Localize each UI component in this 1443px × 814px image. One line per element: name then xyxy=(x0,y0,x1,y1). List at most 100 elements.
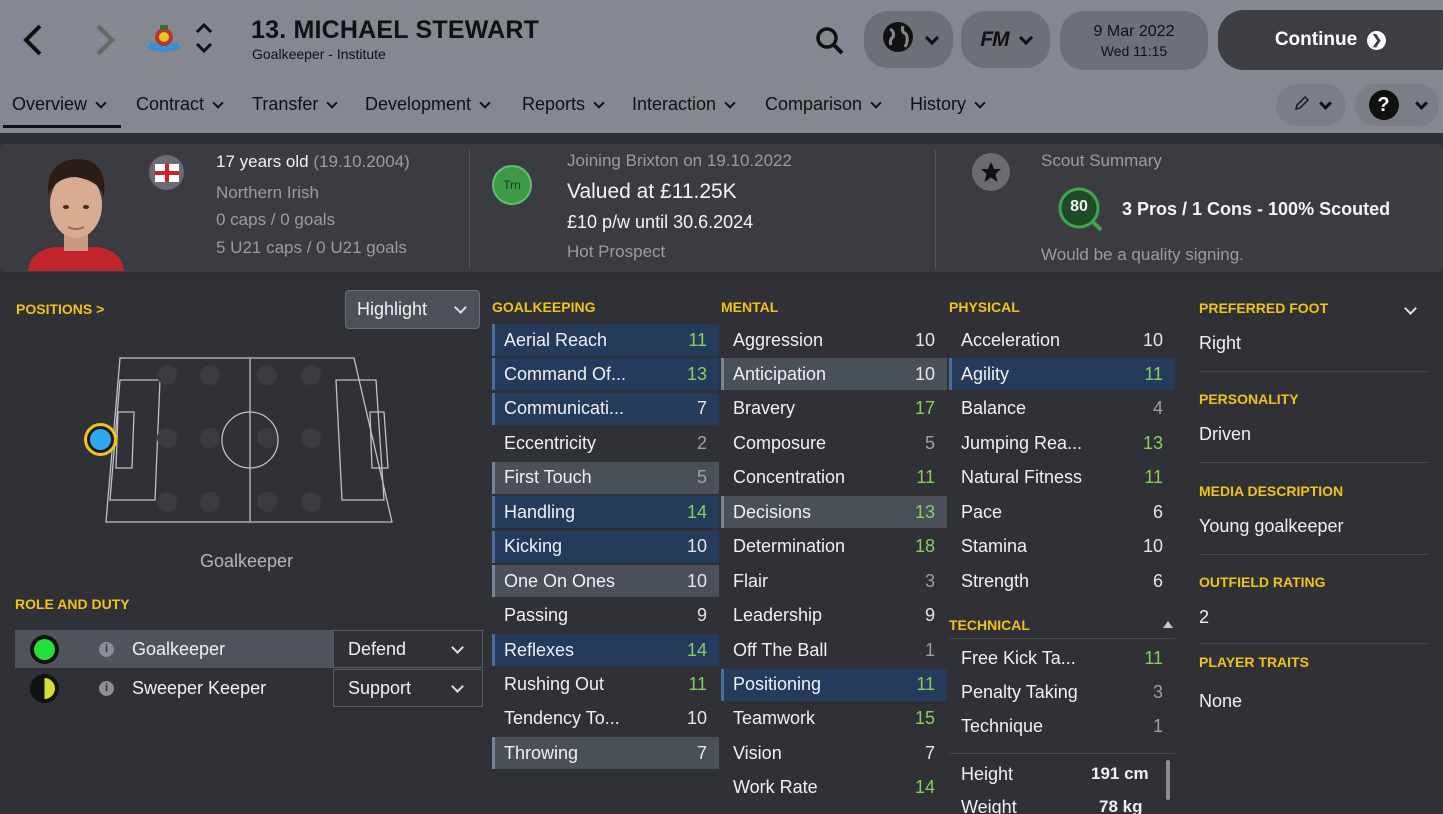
tab-comparison[interactable]: Comparison xyxy=(765,94,882,115)
attribute-row[interactable]: Natural Fitness 11 xyxy=(949,462,1175,494)
role-row-sweeper-keeper[interactable]: i Sweeper Keeper Support xyxy=(15,669,483,707)
edit-menu-button[interactable] xyxy=(1276,84,1346,126)
attribute-row[interactable]: Aerial Reach 11 xyxy=(492,324,719,356)
attribute-value: 14 xyxy=(914,777,935,798)
position-name: Goalkeeper xyxy=(200,551,294,571)
attribute-row[interactable]: Passing 9 xyxy=(492,600,719,632)
highlight-dropdown[interactable]: Highlight xyxy=(345,290,480,329)
tab-history[interactable]: History xyxy=(910,94,986,115)
scrollbar[interactable] xyxy=(1166,760,1170,800)
attribute-name: Work Rate xyxy=(733,777,818,798)
attribute-row[interactable]: Determination 18 xyxy=(721,531,947,563)
attribute-name: Communicati... xyxy=(504,398,625,419)
attribute-row[interactable]: Flair 3 xyxy=(721,565,947,597)
chevron-down-icon xyxy=(870,96,882,109)
attribute-row[interactable]: First Touch 5 xyxy=(492,461,719,494)
attribute-name: Aggression xyxy=(733,329,824,350)
chevron-down-icon xyxy=(1018,30,1033,45)
attribute-row[interactable]: Command Of... 13 xyxy=(492,358,719,391)
duty-dropdown[interactable]: Support xyxy=(333,669,483,707)
attribute-value: 14 xyxy=(686,501,707,522)
attribute-row[interactable]: Strength 6 xyxy=(949,565,1175,597)
chevron-down-icon xyxy=(974,96,986,109)
joining-text: Joining Brixton on 19.10.2022 xyxy=(567,151,792,170)
back-arrow-icon[interactable] xyxy=(18,20,48,67)
attribute-value: 2 xyxy=(696,432,707,453)
attribute-row[interactable]: Rushing Out 11 xyxy=(492,669,719,701)
tab-overview[interactable]: Overview xyxy=(12,94,107,115)
attribute-row[interactable]: One On Ones 10 xyxy=(492,565,719,598)
attribute-row[interactable]: Leadership 9 xyxy=(721,600,947,632)
attribute-value: 3 xyxy=(924,570,935,591)
arrow-right-circle-icon: ❯ xyxy=(1367,30,1387,50)
attribute-name: Pace xyxy=(961,501,1003,522)
attribute-row[interactable]: Jumping Rea... 13 xyxy=(949,427,1175,459)
goalkeeper-position-marker[interactable] xyxy=(84,423,117,456)
attribute-row[interactable]: Agility 11 xyxy=(949,358,1175,391)
tab-contract[interactable]: Contract xyxy=(136,94,224,115)
info-icon[interactable]: i xyxy=(99,641,114,657)
attribute-row[interactable]: Vision 7 xyxy=(721,737,947,769)
attribute-row[interactable]: Composure 5 xyxy=(721,427,947,459)
attribute-value: 7 xyxy=(924,742,935,763)
attribute-row[interactable]: Pace 6 xyxy=(949,496,1175,528)
tab-reports[interactable]: Reports xyxy=(522,94,605,115)
attribute-row[interactable]: Kicking 10 xyxy=(492,530,719,563)
attribute-row[interactable]: Aggression 10 xyxy=(721,324,947,356)
attribute-row[interactable]: Stamina 10 xyxy=(949,531,1175,563)
rating-text: 80 xyxy=(1070,198,1088,215)
attribute-value: 13 xyxy=(914,501,935,522)
tab-label: Interaction xyxy=(632,94,717,114)
world-menu-button[interactable] xyxy=(864,11,953,68)
attribute-row[interactable]: Concentration 11 xyxy=(721,462,947,494)
attribute-row[interactable]: Work Rate 14 xyxy=(721,772,947,804)
attribute-row[interactable]: Decisions 13 xyxy=(721,496,947,529)
attribute-row[interactable]: Communicati... 7 xyxy=(492,392,719,425)
scout-rating-badge[interactable]: 80 xyxy=(1057,186,1105,234)
attribute-row[interactable]: Technique 1 xyxy=(949,711,1175,743)
attribute-row[interactable]: Penalty Taking 3 xyxy=(949,676,1175,708)
attribute-row[interactable]: Acceleration 10 xyxy=(949,324,1175,356)
attribute-row[interactable]: Balance 4 xyxy=(949,393,1175,425)
tab-transfer[interactable]: Transfer xyxy=(252,94,339,115)
attribute-row[interactable]: Bravery 17 xyxy=(721,393,947,425)
help-menu-button[interactable]: ? xyxy=(1355,84,1439,126)
forward-arrow-icon[interactable] xyxy=(90,20,120,67)
attribute-name: Technique xyxy=(961,716,1044,737)
collapse-up-icon[interactable] xyxy=(1163,621,1173,628)
attribute-row[interactable]: Teamwork 15 xyxy=(721,703,947,735)
chevron-down-icon xyxy=(1414,96,1428,110)
tab-interaction[interactable]: Interaction xyxy=(632,94,736,115)
game-date[interactable]: 9 Mar 2022 Wed 11:15 xyxy=(1060,11,1208,70)
attribute-row[interactable]: Off The Ball 1 xyxy=(721,634,947,666)
duty-dropdown[interactable]: Defend xyxy=(333,630,483,668)
attribute-row[interactable]: Free Kick Ta... 11 xyxy=(949,642,1175,674)
tab-label: Contract xyxy=(136,94,205,114)
attribute-row[interactable]: Reflexes 14 xyxy=(492,634,719,667)
attribute-value: 11 xyxy=(1144,363,1163,384)
weight-value: 78 kg xyxy=(1099,797,1143,814)
continue-button[interactable]: Continue ❯ xyxy=(1218,10,1443,70)
role-name: Goalkeeper xyxy=(132,638,226,659)
attribute-row[interactable]: Eccentricity 2 xyxy=(492,427,719,459)
info-icon[interactable]: i xyxy=(99,680,114,696)
fm-menu-button[interactable]: FM xyxy=(961,11,1050,68)
fm-logo: FM xyxy=(980,27,1009,51)
attribute-value: 4 xyxy=(1152,398,1163,419)
attribute-row[interactable]: Tendency To... 10 xyxy=(492,703,719,735)
attribute-name: Passing xyxy=(504,605,569,626)
attribute-value: 3 xyxy=(1152,681,1163,702)
height-value: 191 cm xyxy=(1091,764,1149,783)
role-row-goalkeeper[interactable]: i Goalkeeper Defend xyxy=(15,630,483,668)
player-switch-arrows-icon[interactable] xyxy=(193,20,215,61)
attribute-row[interactable]: Throwing 7 xyxy=(492,737,719,770)
attribute-name: Free Kick Ta... xyxy=(961,647,1076,668)
tab-development[interactable]: Development xyxy=(365,94,491,115)
attribute-value: 18 xyxy=(914,536,935,557)
attribute-row[interactable]: Positioning 11 xyxy=(721,668,947,701)
attribute-row[interactable]: Anticipation 10 xyxy=(721,358,947,391)
search-icon[interactable] xyxy=(814,25,846,62)
attribute-row[interactable]: Handling 14 xyxy=(492,496,719,529)
position-dot-icon xyxy=(90,429,111,450)
positions-title[interactable]: POSITIONS > xyxy=(16,301,104,317)
